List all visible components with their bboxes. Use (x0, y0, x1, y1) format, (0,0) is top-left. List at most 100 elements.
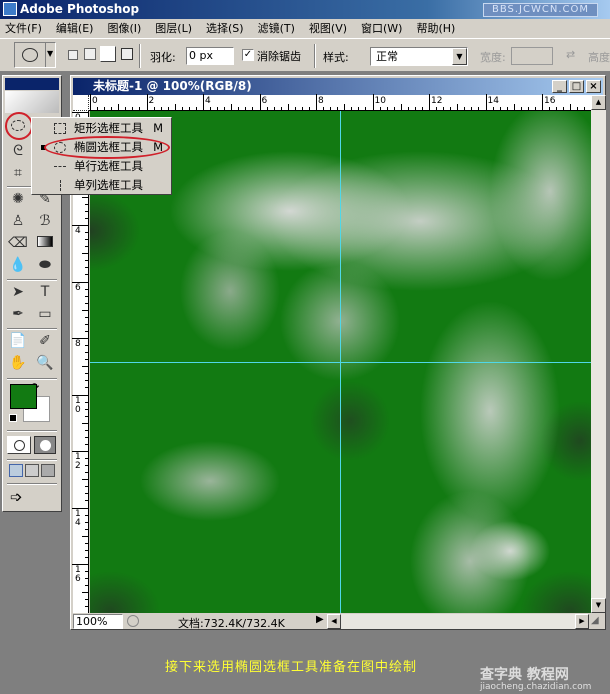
ruler-tick (365, 107, 367, 110)
status-options-icon[interactable] (127, 615, 139, 627)
ruler-tick (358, 107, 360, 110)
ruler-tick (132, 107, 134, 110)
menu-view[interactable]: 视图(V) (309, 19, 347, 38)
pen-icon[interactable]: ✒ (6, 303, 30, 325)
antialias-label: 消除锯齿 (257, 50, 301, 63)
standard-mode-icon[interactable] (7, 436, 31, 454)
ruler-tick (90, 94, 91, 110)
scroll-right-button[interactable]: ▶ (575, 614, 589, 629)
style-select[interactable]: 正常 ▼ (370, 47, 468, 66)
ruler-tick (577, 107, 579, 110)
ruler-tick (238, 107, 240, 110)
tool-preset-picker[interactable]: ▼ (14, 42, 56, 68)
screen-mode-full-menu-icon[interactable] (25, 464, 39, 477)
ruler-tick (146, 94, 148, 110)
menu-window[interactable]: 窗口(W) (361, 19, 402, 38)
menu-file[interactable]: 文件(F) (5, 19, 42, 38)
ruler-tick (421, 107, 423, 110)
eyedropper-icon[interactable]: ✐ (33, 330, 57, 352)
horizontal-ruler[interactable]: 0 2 4 6 8 10 12 14 16 (89, 94, 591, 111)
resize-grip-icon[interactable]: ◢ (591, 615, 599, 626)
antialias-checkbox[interactable]: ✓ (242, 49, 254, 61)
menu-layer[interactable]: 图层(L) (155, 19, 192, 38)
ellipse-icon (22, 48, 38, 62)
feather-input[interactable]: 0 px (186, 47, 234, 65)
ruler-tick (85, 458, 88, 460)
feather-logo[interactable] (5, 91, 59, 113)
minimize-button[interactable]: _ (552, 80, 567, 93)
toolbox-header[interactable] (5, 78, 59, 90)
menu-edit[interactable]: 编辑(E) (56, 19, 94, 38)
style-value: 正常 (376, 50, 398, 63)
status-menu-arrow-icon[interactable]: ▶ (316, 614, 324, 625)
ruler-tick (287, 104, 289, 110)
crop-icon[interactable]: ⌗ (6, 162, 30, 184)
ruler-tick (85, 232, 88, 234)
jump-to-imageready-icon[interactable]: ➩ (10, 488, 23, 506)
close-button[interactable]: × (586, 80, 601, 93)
lasso-icon[interactable]: ᘓ (6, 140, 30, 162)
ruler-tick (273, 107, 275, 110)
intersect-selection-icon[interactable] (121, 48, 133, 60)
ruler-tick (534, 107, 536, 110)
shape-icon[interactable]: ▭ (33, 303, 57, 325)
scroll-down-button[interactable]: ▼ (591, 598, 606, 613)
healing-icon[interactable]: ✺ (6, 188, 30, 210)
horizontal-guide[interactable] (90, 362, 591, 363)
subtract-selection-icon[interactable] (100, 46, 116, 62)
ruler-tick (85, 210, 88, 212)
blur-icon[interactable]: 💧 (6, 254, 30, 276)
type-icon[interactable]: T (33, 281, 57, 303)
document-title-bar[interactable]: 未标题-1 @ 100%(RGB/8) _ □ × (73, 78, 603, 95)
gradient-icon[interactable] (33, 232, 57, 254)
ruler-tick (471, 107, 473, 110)
width-input[interactable] (511, 47, 553, 65)
vertical-scrollbar[interactable]: ▲ ▼ (591, 95, 606, 613)
zoom-icon[interactable]: 🔍 (33, 352, 57, 374)
menu-item-single-row-marquee[interactable]: 单行选框工具 (32, 157, 171, 176)
site-url: jiaocheng.chazidian.com (480, 682, 592, 692)
ruler-origin[interactable] (73, 95, 89, 111)
zoom-input[interactable]: 100% (73, 614, 123, 629)
menu-item-single-column-marquee[interactable]: 单列选框工具 (32, 176, 171, 195)
ruler-tick (85, 429, 88, 431)
scroll-up-button[interactable]: ▲ (591, 95, 606, 110)
ruler-label: 8 (318, 96, 324, 106)
stamp-icon[interactable]: ♙ (6, 210, 30, 232)
default-colors-icon[interactable] (9, 414, 17, 422)
maximize-button[interactable]: □ (569, 80, 584, 93)
new-selection-icon[interactable] (68, 50, 78, 60)
caption: 接下来选用椭圆选框工具准备在图中绘制 (165, 660, 418, 675)
ruler-tick (85, 401, 88, 403)
ruler-tick (85, 274, 88, 276)
menu-image[interactable]: 图像(I) (107, 19, 141, 38)
eraser-icon[interactable]: ⌫ (6, 232, 30, 254)
hand-icon[interactable]: ✋ (6, 352, 30, 374)
ruler-tick (330, 107, 332, 110)
foreground-color-swatch[interactable] (10, 384, 37, 409)
swap-icon[interactable]: ⇄ (566, 48, 575, 61)
screen-mode-standard-icon[interactable] (9, 464, 23, 477)
ruler-tick (85, 571, 88, 573)
ruler-tick (85, 436, 88, 438)
ruler-label: 10 (374, 96, 386, 106)
ruler-tick (85, 542, 88, 544)
menu-filter[interactable]: 滤镜(T) (258, 19, 295, 38)
dodge-icon[interactable]: ⬬ (33, 254, 57, 276)
ruler-tick (443, 107, 445, 110)
scroll-left-button[interactable]: ◀ (327, 614, 341, 629)
ruler-tick (174, 104, 176, 110)
quickmask-mode-icon[interactable] (34, 436, 56, 454)
watermark: BBS.JCWCN.COM (482, 3, 598, 17)
history-brush-icon[interactable]: ℬ (33, 210, 57, 232)
move-arrow-icon[interactable]: ➤ (6, 281, 30, 303)
add-selection-icon[interactable] (84, 48, 96, 60)
menu-select[interactable]: 选择(S) (206, 19, 244, 38)
ruler-tick (82, 479, 88, 481)
screen-mode-full-icon[interactable] (41, 464, 55, 477)
ruler-tick (499, 107, 501, 110)
ruler-tick (139, 107, 141, 110)
menu-help[interactable]: 帮助(H) (416, 19, 455, 38)
horizontal-scrollbar[interactable]: ◀ ▶ (327, 614, 589, 629)
notes-icon[interactable]: 📄 (6, 330, 30, 352)
